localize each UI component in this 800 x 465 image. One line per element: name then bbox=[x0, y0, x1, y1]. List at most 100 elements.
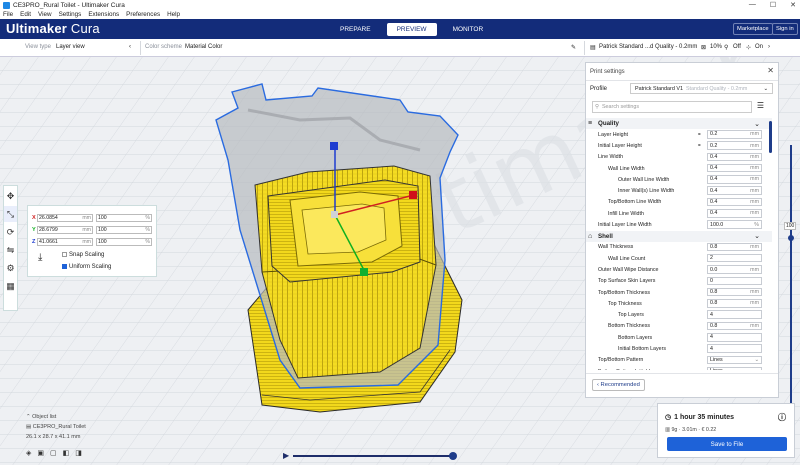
support-blocker-icon[interactable]: ▦ bbox=[4, 278, 17, 294]
setting-value-input[interactable]: 0.4 mm bbox=[707, 197, 762, 207]
menu-file[interactable]: File bbox=[3, 11, 13, 18]
pencil-icon[interactable]: ✎ bbox=[571, 44, 576, 51]
save-to-file-button[interactable]: Save to File bbox=[667, 437, 787, 451]
marketplace-button[interactable]: Marketplace bbox=[733, 23, 773, 35]
view-type-select[interactable]: Layer view bbox=[56, 44, 85, 50]
category-icon: ≡ bbox=[588, 120, 593, 127]
setting-row: Line Width 0.4 mm bbox=[586, 152, 772, 163]
object-info: ⌃ Object list ▤ CE3PRO_Rural Toilet 26.1… bbox=[26, 414, 86, 444]
setting-value-input[interactable]: 0.4 mm bbox=[707, 209, 762, 218]
layer-slider-value[interactable]: 100 bbox=[784, 222, 797, 230]
setting-label: Layer Height bbox=[598, 131, 629, 138]
setting-value-input[interactable]: Lines⌄ bbox=[707, 355, 762, 365]
chevron-left-icon[interactable]: ‹ bbox=[129, 44, 131, 50]
scale-tool-icon[interactable]: ⤡ bbox=[4, 206, 17, 222]
scale-x-percent-input[interactable]: 100% bbox=[96, 214, 152, 222]
linked-setting-icon[interactable]: ⚭ bbox=[697, 143, 702, 149]
mirror-tool-icon[interactable]: ⇋ bbox=[4, 242, 17, 258]
setting-value-input[interactable]: Lines⌄ bbox=[707, 366, 762, 370]
setting-label: Initial Bottom Layers bbox=[618, 345, 666, 352]
menu-settings[interactable]: Settings bbox=[59, 11, 82, 18]
3d-view-icon[interactable]: ◈ bbox=[26, 449, 31, 457]
setting-value-input[interactable]: 0.2 mm bbox=[707, 130, 762, 139]
setting-value-input[interactable]: 100.0% bbox=[707, 220, 762, 229]
color-scheme-select[interactable]: Material Color bbox=[185, 44, 222, 50]
setting-value-input[interactable]: 0.4 mm bbox=[707, 186, 762, 195]
tab-preview[interactable]: PREVIEW bbox=[386, 23, 437, 36]
setting-label: Top Thickness bbox=[608, 300, 642, 307]
setting-value-input[interactable]: 0.8 mm bbox=[707, 242, 762, 252]
right-view-icon[interactable]: ◨ bbox=[75, 449, 82, 457]
maximize-icon[interactable]: ☐ bbox=[770, 1, 776, 9]
setting-row: Top Layers 4 bbox=[586, 309, 772, 320]
per-model-settings-icon[interactable]: ⚙ bbox=[4, 260, 17, 276]
adhesion-value[interactable]: On bbox=[755, 44, 763, 50]
infill-value[interactable]: 10% bbox=[710, 44, 722, 50]
menu-edit[interactable]: Edit bbox=[20, 11, 31, 18]
profile-summary[interactable]: Patrick Standard ...d Quality - 0.2mm bbox=[599, 44, 697, 50]
menu-preferences[interactable]: Preferences bbox=[126, 11, 160, 18]
setting-value-input[interactable]: 0.8 mm bbox=[707, 321, 762, 331]
tab-prepare[interactable]: PREPARE bbox=[330, 23, 381, 36]
app-header: Ultimaker Cura PREPARE PREVIEW MONITOR M… bbox=[0, 19, 800, 39]
layer-slider-handle[interactable] bbox=[788, 235, 794, 241]
snap-scaling-checkbox[interactable]: Snap Scaling bbox=[62, 252, 104, 258]
support-value[interactable]: Off bbox=[733, 44, 741, 50]
layer-path-slider[interactable]: ▶ bbox=[283, 451, 463, 460]
setting-value-input[interactable]: 0.4 mm bbox=[707, 152, 762, 162]
menu-extensions[interactable]: Extensions bbox=[88, 11, 119, 18]
close-window-icon[interactable]: ✕ bbox=[790, 1, 796, 9]
setting-label: Infill Line Width bbox=[608, 210, 644, 217]
top-view-icon[interactable]: ▢ bbox=[50, 449, 57, 457]
setting-value-input[interactable]: 0 bbox=[707, 276, 762, 286]
profile-select[interactable]: Patrick Standard V1 Standard Quality - 0.… bbox=[630, 83, 773, 94]
scale-z-percent-input[interactable]: 100% bbox=[96, 238, 152, 246]
left-view-icon[interactable]: ◧ bbox=[63, 449, 70, 457]
settings-category-shell[interactable]: ⌂ Shell ⌄ bbox=[586, 230, 772, 242]
setting-value-input[interactable]: 0.4 mm bbox=[707, 175, 762, 184]
settings-category-quality[interactable]: ≡ Quality ⌄ bbox=[586, 118, 772, 129]
setting-value-input[interactable]: 4 bbox=[707, 333, 762, 342]
chevron-down-icon: ⌄ bbox=[763, 85, 768, 92]
scale-x-mm-input[interactable]: 26.0854 mm bbox=[37, 214, 93, 222]
menu-help[interactable]: Help bbox=[167, 11, 180, 18]
scale-z-mm-input[interactable]: 41.0661 mm bbox=[37, 238, 93, 246]
info-icon[interactable]: ⓘ bbox=[778, 412, 786, 423]
scale-y-percent-input[interactable]: 100% bbox=[96, 226, 152, 234]
setting-label: Initial Layer Line Width bbox=[598, 222, 652, 229]
setting-value-input[interactable]: 0.0 mm bbox=[707, 265, 762, 274]
menu-view[interactable]: View bbox=[38, 11, 52, 18]
uniform-scaling-checkbox[interactable]: Uniform Scaling bbox=[62, 264, 111, 270]
setting-label: Top/Bottom Thickness bbox=[598, 289, 651, 296]
path-slider-handle[interactable] bbox=[449, 452, 457, 460]
settings-scrollbar[interactable] bbox=[769, 121, 772, 153]
play-icon[interactable]: ▶ bbox=[283, 451, 289, 460]
setting-value-input[interactable]: 2 bbox=[707, 253, 762, 263]
close-icon[interactable]: ✕ bbox=[767, 66, 774, 75]
layer-slider[interactable]: 100 bbox=[784, 145, 797, 435]
setting-value-input[interactable]: 4 bbox=[707, 344, 762, 353]
object-list-toggle[interactable]: ⌃ Object list bbox=[26, 414, 86, 420]
setting-value-input[interactable]: 0.4 mm bbox=[707, 163, 762, 173]
setting-value-input[interactable]: 0.8 mm bbox=[707, 287, 762, 297]
settings-visibility-menu-icon[interactable]: ☰ bbox=[757, 101, 764, 110]
setting-value-input[interactable]: 4 bbox=[707, 310, 762, 319]
rotate-tool-icon[interactable]: ⟳ bbox=[4, 224, 17, 240]
chevron-right-icon[interactable]: › bbox=[768, 44, 770, 50]
move-tool-icon[interactable]: ✥ bbox=[4, 188, 17, 204]
setting-row: Outer Wall Wipe Distance 0.0 mm bbox=[586, 264, 772, 275]
lay-flat-icon[interactable]: ⤓ bbox=[38, 252, 42, 263]
window-titlebar: CE3PRO_Rural Toilet - Ultimaker Cura — ☐… bbox=[0, 0, 800, 10]
tab-monitor[interactable]: MONITOR bbox=[443, 23, 494, 36]
scale-y-mm-input[interactable]: 28.6799 mm bbox=[37, 226, 93, 234]
minimize-icon[interactable]: — bbox=[749, 1, 756, 9]
setting-row: Top Thickness 0.8 mm bbox=[586, 298, 772, 309]
setting-value-input[interactable]: 0.2 mm bbox=[707, 141, 762, 150]
recommended-button[interactable]: ‹ Recommended bbox=[592, 379, 645, 391]
search-settings-input[interactable]: ⚲ Search settings bbox=[592, 101, 752, 113]
setting-value-input[interactable]: 0.8 mm bbox=[707, 299, 762, 308]
front-view-icon[interactable]: ▣ bbox=[37, 449, 44, 457]
object-name: ▤ CE3PRO_Rural Toilet bbox=[26, 424, 86, 430]
linked-setting-icon[interactable]: ⚭ bbox=[697, 132, 702, 138]
sign-in-button[interactable]: Sign in bbox=[772, 23, 798, 35]
